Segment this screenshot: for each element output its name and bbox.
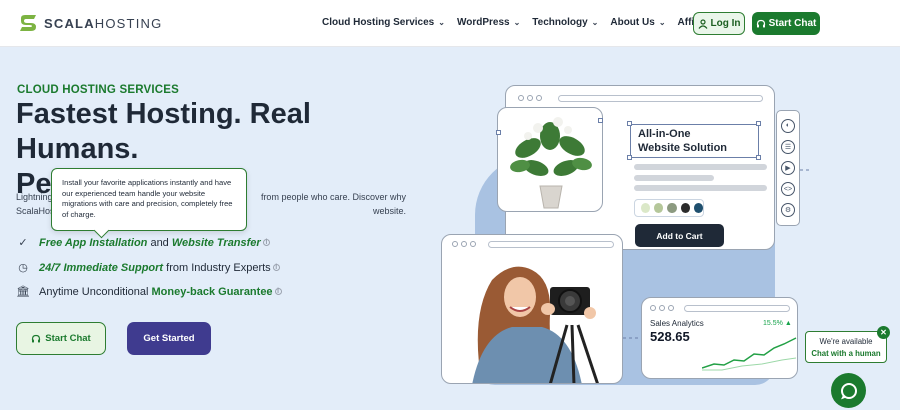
card-title-line2: Website Solution [638, 142, 728, 154]
clock-icon: ◷ [18, 262, 28, 274]
text-placeholder-bar [634, 175, 714, 181]
sales-analytics-card: Sales Analytics 15.5% ▲ 528.65 [641, 297, 798, 379]
chevron-down-icon: ⌄ [658, 18, 666, 27]
feature-money-back-highlight[interactable]: Money-back Guarantee [152, 286, 273, 298]
code-icon[interactable]: <> [781, 182, 795, 197]
login-label: Log In [710, 18, 741, 29]
photographer-browser-mockup [441, 234, 623, 384]
check-icon: ✓ [18, 237, 28, 249]
url-bar [684, 305, 790, 312]
nav-label: Cloud Hosting Services [322, 17, 435, 28]
site-header: SCALAHOSTING Cloud Hosting Services ⌄ Wor… [0, 0, 900, 47]
logo-text-thin: HOSTING [94, 15, 163, 31]
selection-handle [756, 155, 761, 160]
feature-money-back-text: Anytime Unconditional [39, 285, 152, 298]
nav-technology[interactable]: Technology ⌄ [532, 17, 598, 28]
card-title-line1: All-in-One [638, 128, 691, 140]
text-placeholder-bar [634, 164, 767, 170]
desc-line2-right: website. [372, 206, 406, 216]
text-placeholder-bar [634, 185, 767, 191]
feature-free-install-joiner: and [147, 236, 172, 249]
nav-cloud-hosting[interactable]: Cloud Hosting Services ⌄ [322, 17, 445, 28]
main-nav: Cloud Hosting Services ⌄ WordPress ⌄ Techn… [322, 17, 720, 28]
feature-free-install-highlight[interactable]: Free App Installation [39, 237, 147, 249]
chevron-down-icon: ⌄ [513, 18, 521, 27]
user-icon [698, 18, 707, 29]
layers-icon[interactable]: ☰ [781, 139, 795, 154]
hero-title-line1: Fastest Hosting. Real Humans. [16, 98, 311, 165]
selection-handle [598, 118, 603, 123]
plant-image-card [497, 107, 603, 212]
hero-start-chat-label: Start Chat [45, 333, 91, 344]
arrow-up-icon: ▲ [784, 320, 792, 327]
nav-label: About Us [610, 17, 655, 28]
hero-start-chat-button[interactable]: Start Chat [16, 322, 106, 355]
feature-money-back: 🏛 Anytime Unconditional Money-back Guara… [16, 285, 282, 298]
photographer-image [472, 266, 599, 383]
selection-handle [756, 121, 761, 126]
desc-line2-left: ScalaHos [16, 206, 55, 216]
chevron-down-icon: ⌄ [591, 18, 599, 27]
chat-bubble-icon [840, 382, 857, 399]
chat-availability-line2: Chat with a human [811, 349, 881, 358]
url-bar [558, 95, 763, 102]
info-icon[interactable]: i [272, 264, 280, 271]
gear-icon[interactable]: ⚙ [781, 203, 795, 218]
bank-icon: 🏛 [16, 286, 30, 298]
plant-icon [510, 117, 592, 209]
chat-availability-popup[interactable]: We're available Chat with a human [805, 331, 887, 363]
get-started-button[interactable]: Get Started [127, 322, 211, 355]
speed-icon[interactable]: ◐ [781, 118, 795, 133]
window-dots [518, 95, 542, 101]
selection-handle [627, 155, 632, 160]
nav-label: Technology [532, 17, 588, 28]
logo-text-bold: SCALA [44, 15, 95, 31]
chevron-down-icon: ⌄ [438, 18, 445, 27]
chat-bubble-button[interactable] [831, 373, 866, 408]
logo-icon [20, 15, 36, 31]
feature-tooltip: Install your favorite applications insta… [51, 168, 247, 231]
desc-line1-left: Lightning [16, 192, 53, 202]
headset-icon [32, 334, 41, 342]
swatch[interactable] [667, 203, 677, 213]
info-icon[interactable]: i [262, 239, 270, 246]
nav-wordpress[interactable]: WordPress ⌄ [457, 17, 520, 28]
add-to-cart-button[interactable]: Add to Cart [635, 224, 724, 247]
play-icon[interactable]: ▶ [781, 160, 795, 175]
desc-line1-right: from people who care. Discover why [260, 192, 406, 202]
chat-availability-line1: We're available [819, 337, 873, 346]
login-button[interactable]: Log In [693, 12, 745, 35]
sales-analytics-title: Sales Analytics [650, 319, 704, 328]
feature-website-transfer-highlight[interactable]: Website Transfer [172, 237, 261, 249]
sales-value: 528.65 [650, 329, 690, 344]
feature-free-install: ✓ Free App Installation and Website Tran… [16, 236, 270, 249]
swatch[interactable] [680, 203, 690, 213]
feature-support-text: from Industry Experts [163, 261, 271, 274]
header-start-chat-button[interactable]: Start Chat [752, 12, 820, 35]
info-icon[interactable]: i [274, 288, 282, 295]
logo[interactable]: SCALAHOSTING [18, 14, 162, 32]
selection-handle [627, 121, 632, 126]
headset-icon [756, 19, 765, 27]
swatch[interactable] [641, 203, 651, 213]
swatch[interactable] [693, 203, 704, 213]
close-icon[interactable]: ✕ [877, 326, 890, 339]
hero-eyebrow: CLOUD HOSTING SERVICES [17, 84, 180, 96]
sales-change: 15.5% ▲ [763, 320, 792, 327]
selection-handle [496, 130, 501, 135]
color-swatches [634, 199, 704, 217]
nav-label: WordPress [456, 17, 510, 28]
feature-support: ◷ 24/7 Immediate Support from Industry E… [16, 261, 280, 274]
sales-trend-line [702, 337, 797, 371]
feature-support-highlight[interactable]: 24/7 Immediate Support [39, 262, 163, 274]
header-chat-label: Start Chat [768, 18, 817, 29]
product-card-title: All-in-One Website Solution [630, 124, 759, 158]
editor-toolbar: ◐ ☰ ▶ <> ⚙ [776, 110, 800, 226]
nav-about-us[interactable]: About Us ⌄ [610, 17, 665, 28]
swatch[interactable] [654, 203, 664, 213]
